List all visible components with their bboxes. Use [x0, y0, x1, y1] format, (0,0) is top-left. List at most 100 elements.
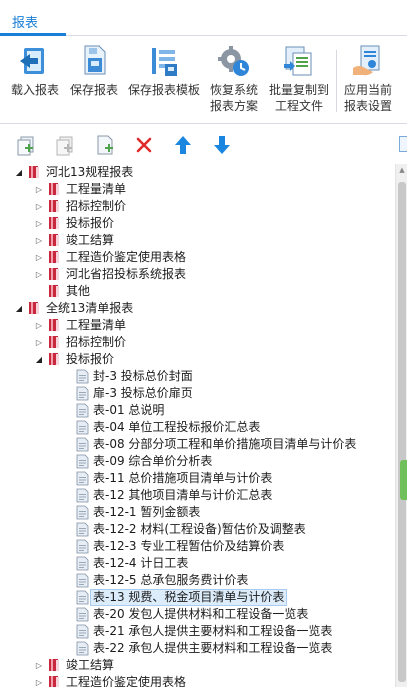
tree-leaf-item[interactable]: 表-21 承包人提供主要材料和工程设备一览表 — [0, 623, 395, 640]
tree-leaf-item[interactable]: 表-09 综合单价分析表 — [0, 453, 395, 470]
collapse-arrow-icon[interactable]: ◢ — [34, 351, 44, 368]
tree-item-label: 竣工结算 — [66, 233, 115, 247]
tree-item-label: 表-01 总说明 — [93, 403, 165, 417]
tree-item-label: 表-12-4 计日工表 — [93, 556, 189, 570]
ribbon-tab-strip: 报表 — [0, 0, 407, 36]
splitter-handle[interactable] — [400, 460, 407, 500]
tree-leaf-item[interactable]: 表-22 承包人提供主要材料和工程设备一览表 — [0, 640, 395, 657]
tree-folder-item[interactable]: ▷ 工程量清单 — [0, 317, 395, 334]
expand-arrow-icon[interactable]: ▷ — [34, 674, 44, 687]
tree-leaf-item[interactable]: 表-12-1 暂列金额表 — [0, 504, 395, 521]
batch-copy-label-2: 工程文件 — [274, 99, 323, 113]
tree-leaf-item[interactable]: 扉-3 投标总价扉页 — [0, 385, 395, 402]
expand-arrow-icon[interactable]: ▷ — [34, 317, 44, 334]
save-template-label: 保存报表模板 — [127, 83, 200, 97]
tree-leaf-item[interactable]: 表-08 分部分项工程和单价措施项目清单与计价表 — [0, 436, 395, 453]
tree-folder-item[interactable]: ▷ 工程造价鉴定使用表格 — [0, 249, 395, 266]
tree-item-label: 表-21 承包人提供主要材料和工程设备一览表 — [93, 624, 333, 638]
tree-leaf-item[interactable]: 表-20 发包人提供材料和工程设备一览表 — [0, 606, 395, 623]
tree-folder-item[interactable]: 其他 — [0, 283, 395, 300]
tree-item-label: 表-08 分部分项工程和单价措施项目清单与计价表 — [93, 437, 357, 451]
report-book-icon — [49, 217, 59, 229]
expand-arrow-icon[interactable]: ▷ — [34, 232, 44, 249]
expand-arrow-icon[interactable]: ▷ — [34, 657, 44, 674]
scroll-up-icon[interactable]: ▲ — [398, 166, 406, 174]
right-panel-edge — [399, 136, 407, 152]
tree-item-label: 表-12-2 材料(工程设备)暂估价及调整表 — [93, 522, 306, 536]
apply-settings-button[interactable]: 应用当前 报表设置 — [340, 44, 396, 114]
tree-folder-item[interactable]: ▷ 投标报价 — [0, 215, 395, 232]
report-document-icon — [76, 488, 89, 503]
collapse-arrow-icon[interactable]: ◢ — [14, 300, 24, 317]
add-report-icon[interactable] — [16, 134, 38, 156]
tree-leaf-item[interactable]: 表-13 规费、税金项目清单与计价表 — [0, 589, 395, 606]
report-document-icon — [76, 403, 89, 418]
tree-folder-item[interactable]: ▷ 工程量清单 — [0, 181, 395, 198]
report-book-icon — [49, 285, 59, 297]
tree-item-label: 河北13规程报表 — [46, 165, 134, 179]
tree-leaf-item[interactable]: 表-12 其他项目清单与计价汇总表 — [0, 487, 395, 504]
load-report-icon — [20, 48, 44, 74]
tree-item-label: 表-20 发包人提供材料和工程设备一览表 — [93, 607, 309, 621]
tree-folder-item[interactable]: ▷ 竣工结算 — [0, 232, 395, 249]
save-report-button[interactable]: 保存报表 — [66, 44, 122, 98]
tree-leaf-item[interactable]: 表-12-5 总承包服务费计价表 — [0, 572, 395, 589]
save-template-button[interactable]: 保存报表模板 — [124, 44, 204, 98]
new-doc-icon[interactable] — [94, 134, 116, 156]
move-down-icon[interactable] — [211, 134, 233, 156]
expand-arrow-icon[interactable]: ▷ — [34, 334, 44, 351]
apply-settings-label-1: 应用当前 — [343, 83, 392, 97]
report-document-icon — [76, 437, 89, 452]
expand-arrow-icon[interactable]: ▷ — [34, 266, 44, 283]
tree-item-label: 表-12-1 暂列金额表 — [93, 505, 201, 519]
load-report-button[interactable]: 载入报表 — [6, 44, 64, 98]
tree-leaf-item[interactable]: 表-04 单位工程投标报价汇总表 — [0, 419, 395, 436]
report-document-icon — [76, 590, 89, 605]
tree-leaf-item[interactable]: 表-11 总价措施项目清单与计价表 — [0, 470, 395, 487]
tree-folder-item[interactable]: ▷ 河北省招投标系统报表 — [0, 266, 395, 283]
scrollbar-thumb[interactable] — [398, 182, 406, 682]
apply-settings-icon — [353, 45, 380, 76]
expand-arrow-icon[interactable]: ▷ — [34, 215, 44, 232]
tree-folder-item[interactable]: ◢ 河北13规程报表 — [0, 164, 395, 181]
tree-item-label: 招标控制价 — [66, 199, 127, 213]
tree-folder-item[interactable]: ▷ 招标控制价 — [0, 198, 395, 215]
tree-scrollbar[interactable]: ▲ — [395, 164, 407, 687]
expand-arrow-icon[interactable]: ▷ — [34, 249, 44, 266]
tree-folder-item[interactable]: ◢ 投标报价 — [0, 351, 395, 368]
tree-toolbar — [0, 124, 395, 164]
expand-arrow-icon[interactable]: ▷ — [34, 181, 44, 198]
delete-icon[interactable] — [133, 134, 155, 156]
tree-folder-item[interactable]: ▷ 竣工结算 — [0, 657, 395, 674]
report-book-icon — [49, 183, 59, 195]
tree-item-label: 表-09 综合单价分析表 — [93, 454, 213, 468]
report-book-icon — [49, 268, 59, 280]
report-document-icon — [76, 624, 89, 639]
move-up-icon[interactable] — [172, 134, 194, 156]
add-folder-icon[interactable] — [55, 134, 77, 156]
tree-folder-item[interactable]: ▷ 招标控制价 — [0, 334, 395, 351]
tree-item-label: 表-04 单位工程投标报价汇总表 — [93, 420, 261, 434]
tree-leaf-item[interactable]: 封-3 投标总价封面 — [0, 368, 395, 385]
batch-copy-button[interactable]: 批量复制到 工程文件 — [266, 44, 332, 114]
report-document-icon — [76, 522, 89, 537]
tree-item-label: 扉-3 投标总价扉页 — [93, 386, 193, 400]
tree-folder-item[interactable]: ◢ 全统13清单报表 — [0, 300, 395, 317]
load-report-label: 载入报表 — [10, 83, 59, 97]
report-book-icon — [29, 166, 39, 178]
collapse-arrow-icon[interactable]: ◢ — [14, 164, 24, 181]
tree-leaf-item[interactable]: 表-01 总说明 — [0, 402, 395, 419]
expand-arrow-icon[interactable]: ▷ — [34, 198, 44, 215]
report-document-icon — [76, 573, 89, 588]
ribbon-toolbar: 载入报表 保存报表 保存报表模板 恢复系统 报表方案 批量复制到 工程文件 应用… — [0, 36, 407, 124]
tree-leaf-item[interactable]: 表-12-2 材料(工程设备)暂估价及调整表 — [0, 521, 395, 538]
tree-leaf-item[interactable]: 表-12-4 计日工表 — [0, 555, 395, 572]
restore-system-button[interactable]: 恢复系统 报表方案 — [206, 44, 262, 114]
save-report-label: 保存报表 — [69, 83, 118, 97]
tree-item-label: 表-12-3 专业工程暂估价及结算价表 — [93, 539, 285, 553]
tree-folder-item[interactable]: ▷ 工程造价鉴定使用表格 — [0, 674, 395, 687]
tab-report[interactable]: 报表 — [12, 12, 38, 31]
report-document-icon — [76, 607, 89, 622]
restore-system-icon — [218, 46, 249, 76]
tree-leaf-item[interactable]: 表-12-3 专业工程暂估价及结算价表 — [0, 538, 395, 555]
